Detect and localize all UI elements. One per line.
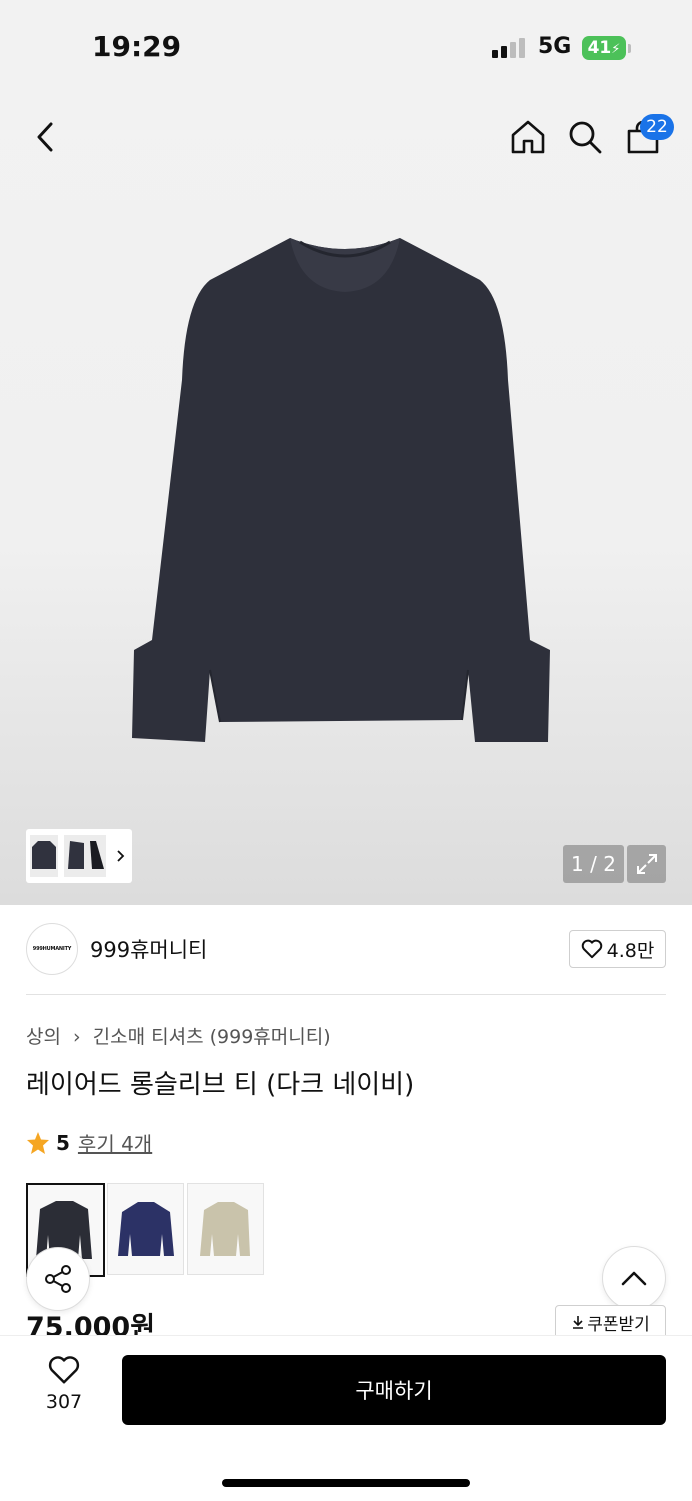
star-icon bbox=[27, 1131, 49, 1154]
image-counter: 1 / 2 bbox=[563, 845, 624, 883]
back-icon bbox=[37, 122, 53, 152]
back-button[interactable] bbox=[24, 115, 68, 159]
chevron-up-icon bbox=[621, 1271, 647, 1286]
product-image[interactable] bbox=[110, 230, 580, 750]
search-icon bbox=[569, 121, 602, 154]
chevron-right-icon bbox=[117, 850, 125, 862]
coupon-label: 쿠폰받기 bbox=[587, 1314, 650, 1335]
gallery-thumbnails bbox=[30, 835, 125, 877]
brand-name[interactable]: 999휴머니티 bbox=[90, 934, 207, 964]
brand-logo[interactable]: 999HUMANITY bbox=[26, 923, 78, 975]
battery-level: 41 bbox=[587, 38, 612, 58]
rating-row: 5 후기 4개 bbox=[26, 1128, 152, 1157]
wish-button[interactable]: 307 bbox=[26, 1355, 102, 1413]
buy-button[interactable]: 구매하기 bbox=[122, 1355, 666, 1425]
brand-like-button[interactable]: 4.8만 bbox=[569, 930, 666, 968]
download-icon bbox=[573, 1316, 584, 1329]
wish-count: 307 bbox=[45, 1391, 83, 1413]
battery-indicator: 41⚡ bbox=[582, 36, 626, 60]
signal-icon bbox=[492, 38, 525, 58]
battery-tip bbox=[628, 44, 631, 53]
color-swatch-beige[interactable] bbox=[187, 1183, 264, 1275]
network-label: 5G bbox=[538, 34, 572, 59]
swatch-image-navy bbox=[118, 1202, 174, 1256]
expand-button[interactable] bbox=[627, 845, 666, 883]
home-icon bbox=[511, 120, 545, 154]
product-title: 레이어드 롱슬리브 티 (다크 네이비) bbox=[26, 1070, 415, 1100]
breadcrumb-category[interactable]: 상의 bbox=[26, 1026, 61, 1048]
status-time: 19:29 bbox=[92, 30, 182, 63]
cart-count-badge: 22 bbox=[640, 114, 674, 140]
swatch-image-beige bbox=[200, 1202, 250, 1256]
expand-icon bbox=[636, 854, 657, 874]
breadcrumb: 상의 › 긴소매 티셔츠 (999휴머니티) bbox=[26, 1022, 331, 1049]
rating-score: 5 bbox=[56, 1130, 70, 1155]
status-bar: 19:29 5G 41⚡ bbox=[0, 28, 692, 68]
share-button[interactable] bbox=[26, 1247, 90, 1311]
search-button[interactable] bbox=[563, 115, 607, 159]
scroll-top-button[interactable] bbox=[602, 1246, 666, 1310]
share-icon bbox=[45, 1265, 71, 1293]
brand-logo-text: 999HUMANITY bbox=[32, 946, 72, 952]
divider bbox=[26, 994, 666, 995]
heart-icon bbox=[48, 1356, 80, 1384]
review-link[interactable]: 후기 4개 bbox=[78, 1128, 152, 1157]
color-swatch-navy[interactable] bbox=[107, 1183, 184, 1275]
gallery-thumbnail-strip[interactable] bbox=[26, 829, 132, 883]
coupon-button[interactable]: 쿠폰받기 bbox=[555, 1305, 666, 1339]
breadcrumb-separator-icon: › bbox=[73, 1026, 81, 1048]
heart-icon bbox=[581, 939, 602, 959]
home-button[interactable] bbox=[506, 115, 550, 159]
brand-like-count: 4.8만 bbox=[606, 939, 655, 962]
home-indicator bbox=[222, 1479, 470, 1487]
breadcrumb-subcategory[interactable]: 긴소매 티셔츠 (999휴머니티) bbox=[93, 1026, 331, 1048]
